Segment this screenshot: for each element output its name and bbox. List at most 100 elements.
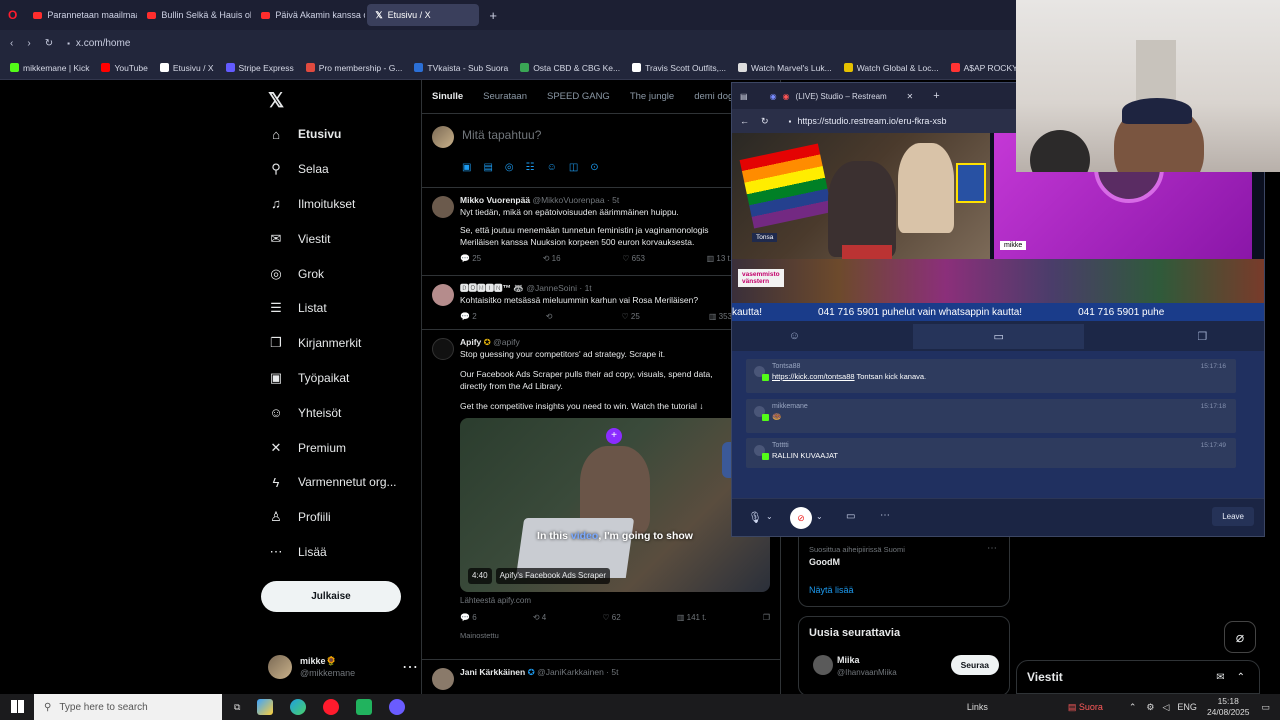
nav-item[interactable]: ♙ Profiili [258,500,418,535]
follow-name[interactable]: Miika [837,655,860,665]
tray-chevron-icon[interactable]: ⌃ [1129,702,1137,713]
bookmark-item[interactable]: Travis Scott Outfits,... [632,63,726,73]
compose-input[interactable]: Mitä tapahtuu? [462,128,541,142]
language-indicator[interactable]: ENG [1177,702,1197,712]
bookmark-item[interactable]: Osta CBD & CBG Ke... [520,63,620,73]
tweet-author[interactable]: Apify [460,337,481,347]
view-count[interactable]: ▥ 141 t. [677,612,707,624]
new-tab-icon[interactable]: + [489,8,497,23]
nav-item[interactable]: ◎ Grok [258,256,418,291]
tweet[interactable]: Jani Kärkkäinen ✪ @JaniKarkkainen · 5t [422,660,780,697]
emoji-icon[interactable]: ☺ [547,162,557,173]
tweet-author[interactable]: 🅳🅾🅼🅸🅽™ 🦝 [460,283,524,293]
trend-name[interactable]: GoodM [809,557,840,567]
nav-item[interactable]: ☰ Listat [258,291,418,326]
media-icon[interactable]: ▣ [462,162,471,173]
tweet-author[interactable]: Jani Kärkkäinen [460,667,525,677]
tweet[interactable]: 🅳🅾🅼🅸🅽™ 🦝 @JanneSoini · 1t Kohtaisitko me… [422,276,780,330]
notes-icon[interactable]: ❐ [1197,330,1207,343]
sidebar-toggle-icon[interactable]: ▤ [740,92,748,101]
bookmark-item[interactable]: TVkaista - Sub Suora [414,63,508,73]
nav-item[interactable]: ❐ Kirjanmerkit [258,326,418,361]
url-field[interactable]: x.com/home [76,38,130,49]
guests-icon[interactable]: ☺ [789,330,800,342]
follow-button[interactable]: Seuraa [950,655,999,675]
browser-tab-1[interactable]: Parannetaan maailmaa fe [25,4,137,26]
opera-icon[interactable] [323,699,340,715]
repost-count[interactable]: ⟲ [546,311,553,323]
chat-message[interactable]: Totttti RALLIN KUVAAJAT 15:17:49 [746,438,1236,468]
reply-count[interactable]: 💬 25 [460,253,481,265]
like-count[interactable]: ♡ 653 [622,253,645,265]
widgets-icon[interactable] [257,699,274,715]
nav-item[interactable]: ✕ Premium [258,430,418,465]
live-indicator[interactable]: ▤ Suora [1068,702,1103,713]
bookmark-item[interactable]: Stripe Express [225,63,294,73]
new-tab-icon[interactable]: + [933,90,939,102]
restream-tab[interactable]: (LIVE) Studio – Restream [796,92,901,101]
reload-icon[interactable]: ↻ [761,116,769,127]
leave-button[interactable]: Leave [1212,507,1254,526]
discord-icon[interactable] [389,699,406,715]
links-toolbar[interactable]: Links [967,702,988,712]
bookmark-icon[interactable]: ❐ [763,612,770,624]
bookmark-item[interactable]: Etusivu / X [159,63,214,73]
tab-seurataan[interactable]: Seurataan [483,91,527,102]
like-count[interactable]: ♡ 25 [621,311,639,323]
nav-item[interactable]: ✉ Viestit [258,221,418,256]
opera-logo-icon[interactable]: O [0,8,23,22]
clock[interactable]: 15:18 24/08/2025 [1207,696,1250,718]
windows-start-icon[interactable] [11,700,24,713]
account-switcher[interactable]: mikke🌻 @mikkemane ⋯ [268,652,418,682]
bookmark-item[interactable]: Pro membership - G... [305,63,402,73]
nav-item[interactable]: ϟ Varmennetut org... [258,465,418,500]
video-player[interactable]: f + In this video, I'm going to show 4:4… [460,418,770,592]
back-icon[interactable]: ← [740,116,749,126]
view-count[interactable]: ▥ 353 [709,311,732,323]
close-icon[interactable]: ✕ [907,92,914,101]
bookmark-item[interactable]: Watch Global & Loc... [843,63,939,73]
forward-icon[interactable]: › [27,38,30,49]
reload-icon[interactable]: ↻ [45,38,53,49]
notifications-icon[interactable]: ▭ [1261,702,1270,713]
tweet-author[interactable]: Mikko Vuorenpää [460,195,530,205]
nav-item[interactable]: ⚲ Selaa [258,152,418,187]
chevron-down-icon[interactable]: ⌄ [766,512,773,521]
app-icon[interactable] [356,699,373,715]
tab-sinulle[interactable]: Sinulle [432,91,463,102]
schedule-icon[interactable]: ◫ [569,162,578,173]
chat-message[interactable]: mikkemane 🍩 15:17:18 [746,399,1236,433]
messages-drawer[interactable]: Viestit ✉ ⌃ [1016,660,1260,694]
task-view-icon[interactable]: ⧉ [234,702,240,713]
edge-icon[interactable] [290,699,307,715]
link-source[interactable]: Lähteestä apify.com [460,595,772,607]
bookmark-item[interactable]: YouTube [101,63,148,73]
tab-speed-gang[interactable]: SPEED GANG [547,91,610,102]
bookmark-item[interactable]: Watch Marvel's Luk... [738,63,832,73]
like-count[interactable]: ♡ 62 [602,612,620,624]
mic-icon[interactable]: 🎙 [748,511,762,524]
tab-the-jungle[interactable]: The jungle [630,91,674,102]
tweet[interactable]: Mikko Vuorenpää @MikkoVuorenpaa · 5t Nyt… [422,188,780,276]
browser-tab-3[interactable]: Päivä Akamin kanssa oss [253,4,365,26]
post-button[interactable]: Julkaise [261,581,401,612]
show-more-link[interactable]: Näytä lisää [809,585,854,595]
chevron-up-icon[interactable]: ⌃ [1237,672,1245,683]
restream-url-field[interactable]: https://studio.restream.io/eru-fkra-xsb [797,116,946,126]
bookmark-item[interactable]: A$AP ROCKY x PU... [950,63,1016,73]
repost-count[interactable]: ⟲ 16 [543,253,561,265]
location-icon[interactable]: ⊙ [590,162,598,173]
back-icon[interactable]: ‹ [10,38,13,49]
more-icon[interactable]: ⋯ [987,543,997,554]
chat-icon[interactable]: ▭ [913,323,1084,349]
x-logo-icon[interactable]: 𝕏 [268,88,284,113]
gif-icon[interactable]: ▤ [483,162,492,173]
volume-icon[interactable]: ◁ [1163,702,1170,713]
tweet[interactable]: Apify ✪ @apify Stop guessing your compet… [422,330,780,660]
nav-item[interactable]: ▣ Työpaikat [258,361,418,396]
new-message-icon[interactable]: ✉ [1216,672,1224,683]
nav-item[interactable]: ⌂ Etusivu [258,117,418,152]
nav-item[interactable]: ☺ Yhteisöt [258,395,418,430]
more-icon[interactable]: ⋯ [402,657,418,677]
reply-count[interactable]: 💬 6 [460,612,477,624]
